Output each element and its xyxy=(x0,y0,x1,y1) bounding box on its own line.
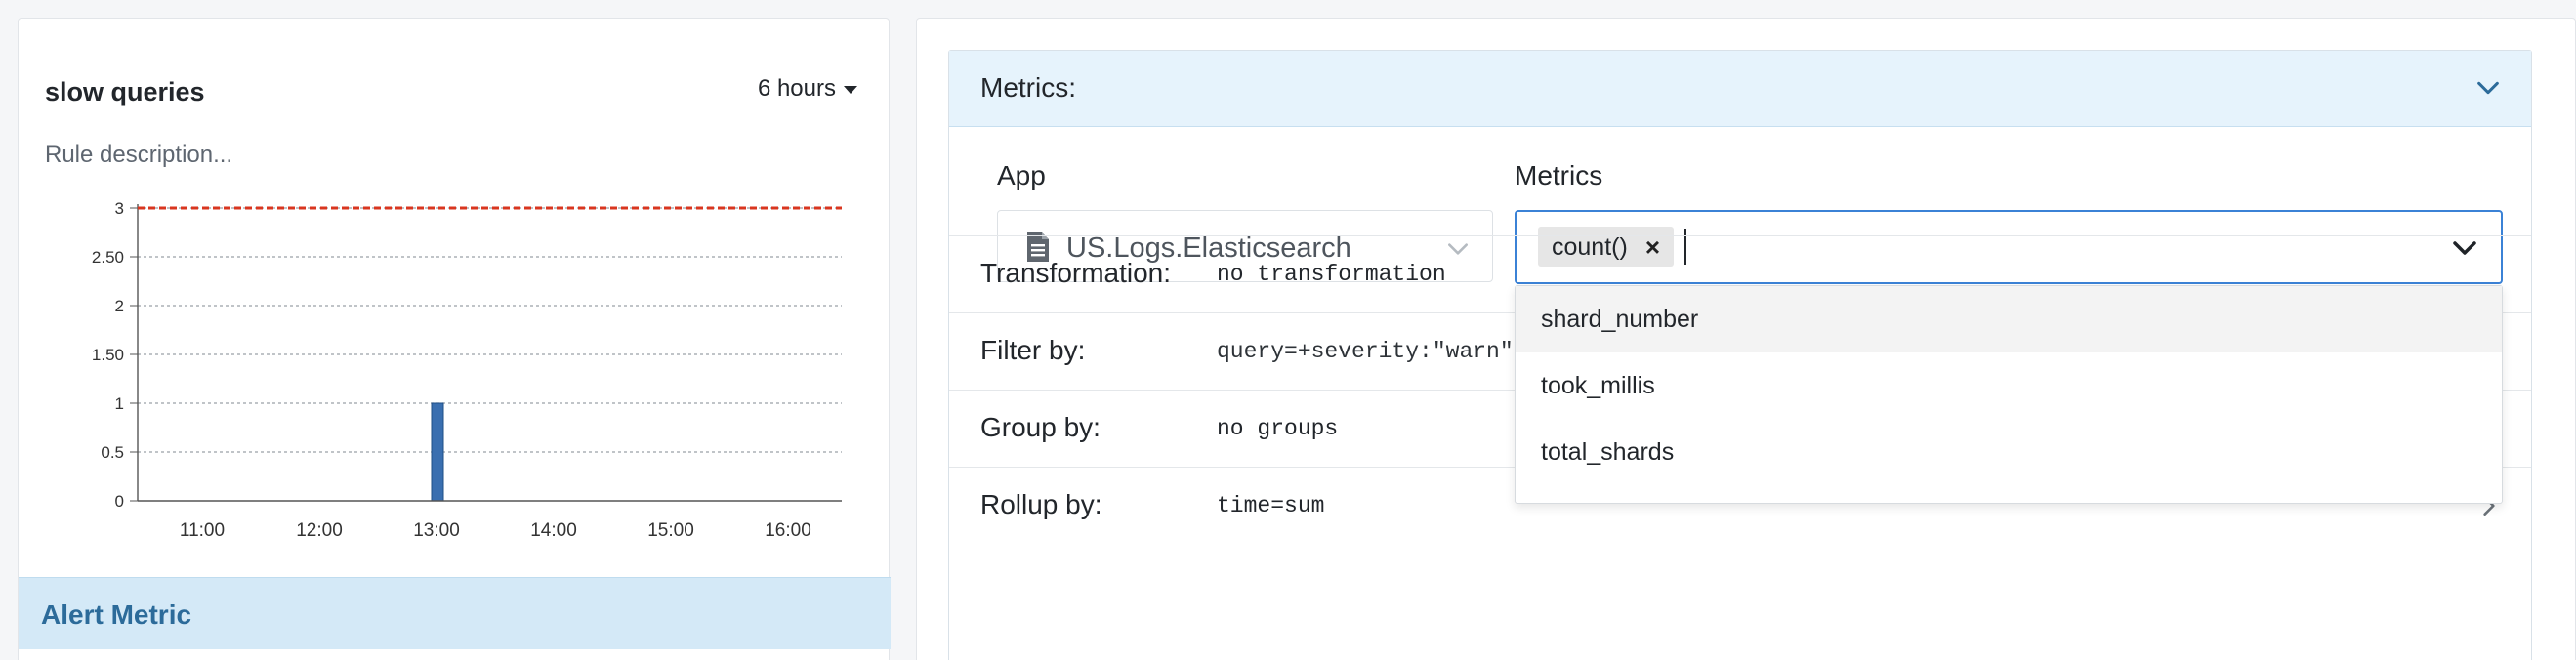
alert-metric-title: Alert Metric xyxy=(41,599,192,630)
rule-title: slow queries xyxy=(45,77,205,106)
option-label: shard_number xyxy=(1541,306,1699,333)
transformation-value: no transformation xyxy=(1217,262,1446,287)
app-label: App xyxy=(997,160,1046,190)
x-tick-label: 12:00 xyxy=(296,520,343,541)
metric-config-panel: Metrics: App Metrics US.Logs.Elasticsear… xyxy=(916,18,2576,660)
y-tick-label: 0 xyxy=(115,492,124,511)
y-tick-label: 2.50 xyxy=(92,248,124,267)
metrics-section-title: Metrics: xyxy=(980,72,1076,103)
x-tick-label: 13:00 xyxy=(413,520,460,541)
metrics-label: Metrics xyxy=(1515,160,1603,190)
x-tick-label: 15:00 xyxy=(647,520,694,541)
option-label: took_millis xyxy=(1541,372,1655,399)
chart-bar xyxy=(431,402,444,502)
time-range-dropdown[interactable]: 6 hours xyxy=(758,75,857,103)
metrics-dropdown-menu: shard_number took_millis total_shards xyxy=(1515,285,2503,504)
x-tick-label: 14:00 xyxy=(530,520,577,541)
alert-metric-section[interactable]: Alert Metric xyxy=(19,577,891,649)
y-tick-label: 2 xyxy=(115,297,124,315)
y-tick-label: 3 xyxy=(115,199,124,218)
group-label: Group by: xyxy=(980,412,1101,442)
chevron-down-icon[interactable] xyxy=(2474,74,2502,102)
x-tick-label: 11:00 xyxy=(180,520,225,541)
chart-bars xyxy=(431,402,444,502)
alert-rule-panel: slow queries 6 hours Rule description...… xyxy=(18,18,891,660)
chart-gridlines xyxy=(138,207,842,453)
chart-y-ticks: 0 0.5 1 1.50 2 2.50 3 xyxy=(92,199,138,511)
time-range-label: 6 hours xyxy=(757,75,836,102)
metrics-section-header[interactable]: Metrics: xyxy=(949,51,2531,127)
rule-chart: 0 0.5 1 1.50 2 2.50 3 11:00 12:00 13:00 14:00 15:0… xyxy=(92,199,842,541)
x-tick-label: 16:00 xyxy=(765,520,811,541)
chart-x-ticks: 11:00 12:00 13:00 14:00 15:00 16:00 xyxy=(180,520,811,541)
chart-axes xyxy=(137,204,842,502)
filter-label: Filter by: xyxy=(980,335,1086,365)
dropdown-option[interactable]: shard_number xyxy=(1516,286,2502,352)
caret-down-icon xyxy=(844,86,857,94)
metrics-card: Metrics: App Metrics US.Logs.Elasticsear… xyxy=(948,50,2532,660)
transformation-label: Transformation: xyxy=(980,258,1172,288)
rule-description: Rule description... xyxy=(45,142,233,168)
dropdown-option[interactable]: took_millis xyxy=(1516,352,2502,419)
y-tick-label: 1.50 xyxy=(92,346,124,364)
y-tick-label: 1 xyxy=(115,394,124,413)
rollup-label: Rollup by: xyxy=(980,489,1102,519)
y-tick-label: 0.5 xyxy=(101,443,124,462)
option-label: total_shards xyxy=(1541,438,1675,466)
dropdown-option[interactable]: total_shards xyxy=(1516,419,2502,485)
